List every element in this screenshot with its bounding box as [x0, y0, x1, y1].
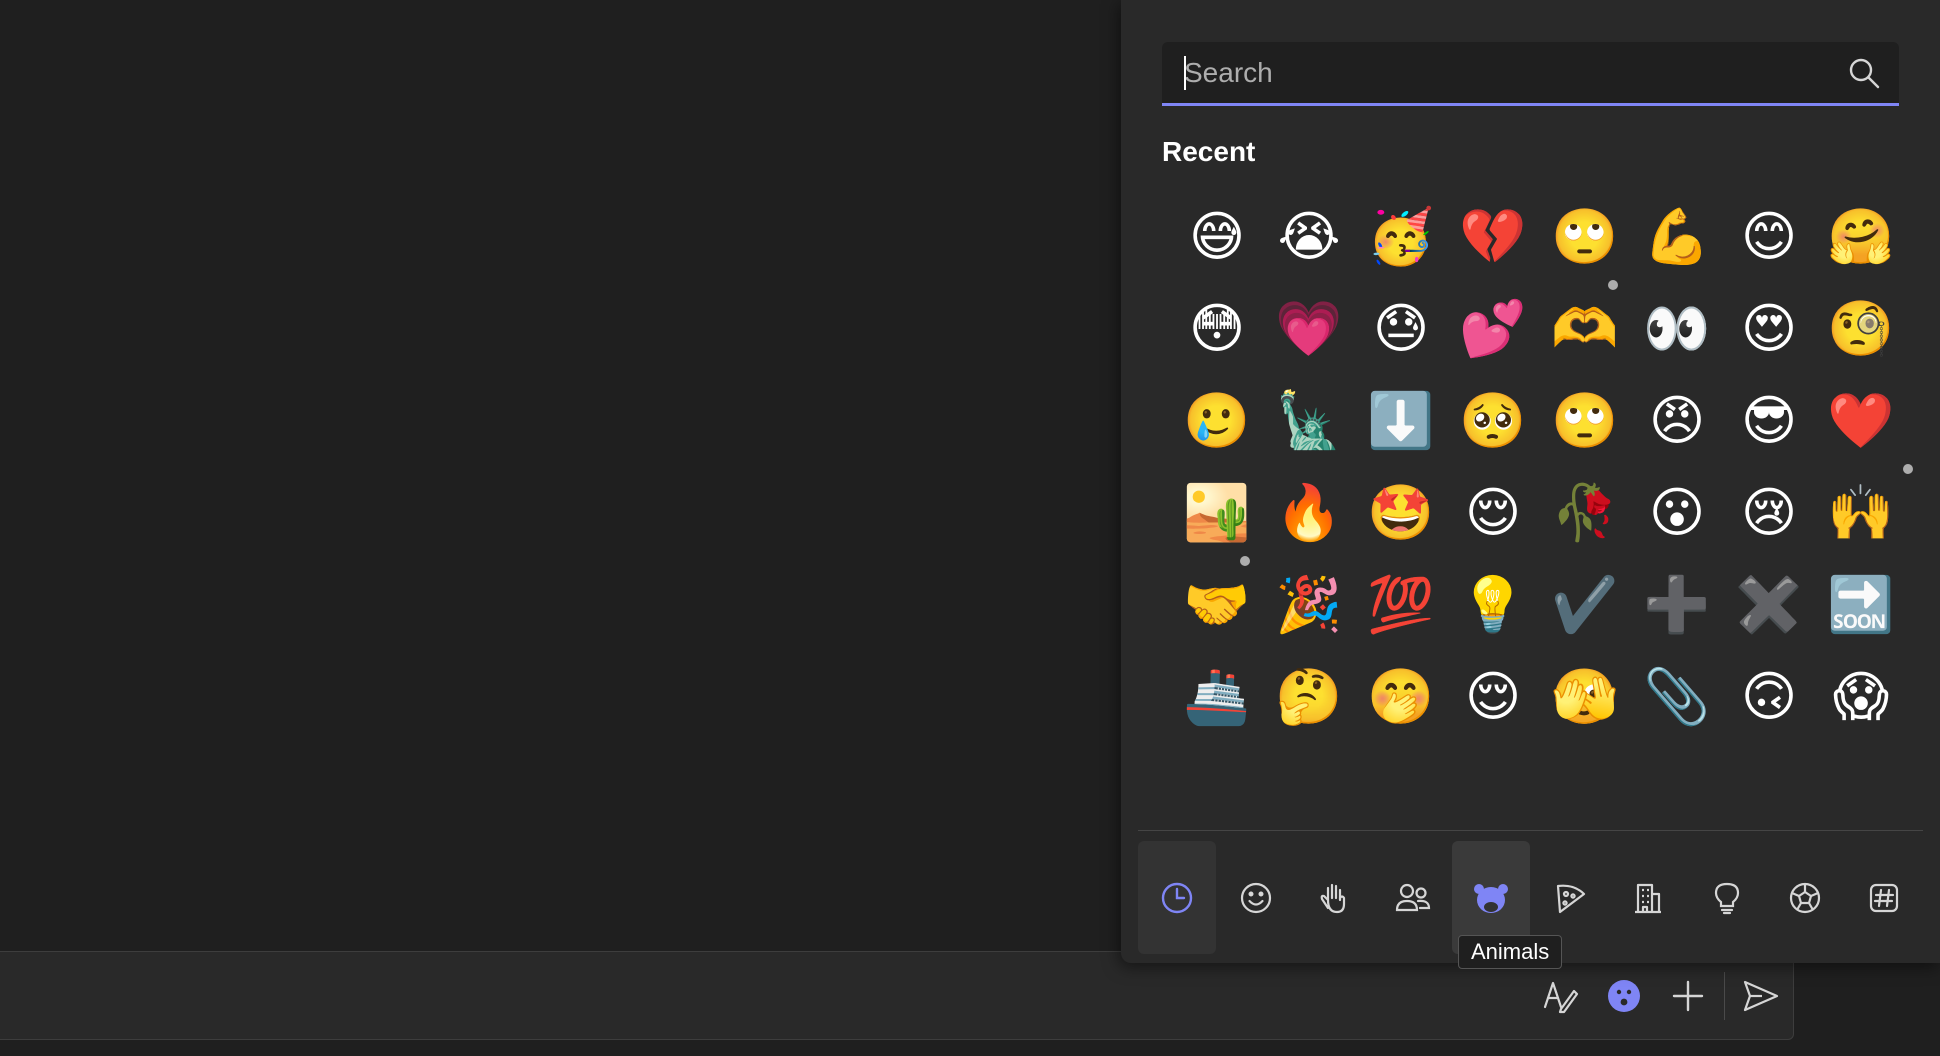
emoji-button[interactable]: 💯 — [1355, 559, 1447, 651]
emoji-button[interactable]: 🥲 — [1171, 375, 1263, 467]
send-icon — [1743, 980, 1779, 1011]
search-icon[interactable] — [1847, 56, 1881, 90]
soccer-ball-icon — [1789, 882, 1821, 913]
tab-hands[interactable] — [1295, 841, 1373, 954]
building-icon — [1635, 883, 1661, 913]
emoji-button[interactable]: 😱 — [1815, 651, 1907, 743]
emoji-button[interactable]: 🤔 — [1263, 651, 1355, 743]
emoji-button[interactable]: 😢 — [1723, 467, 1815, 559]
emoji-button[interactable]: 😮 — [1631, 467, 1723, 559]
emoji-button[interactable]: ✖️ — [1723, 559, 1815, 651]
text-caret — [1184, 56, 1186, 90]
emoji-button[interactable]: ✔️ — [1539, 559, 1631, 651]
compose-actions — [1528, 952, 1793, 1039]
emoji-button[interactable]: 👀 — [1631, 283, 1723, 375]
tab-people[interactable] — [1374, 841, 1452, 954]
emoji-button[interactable]: 😌 — [1447, 651, 1539, 743]
emoji-button[interactable]: 🚢 — [1171, 651, 1263, 743]
format-button[interactable] — [1528, 964, 1592, 1028]
hand-icon — [1320, 883, 1346, 913]
compose-divider — [1724, 971, 1725, 1020]
emoji-button[interactable]: 🤗 — [1815, 191, 1907, 283]
emoji-button[interactable]: 💔 — [1447, 191, 1539, 283]
notification-dot — [1608, 280, 1618, 290]
emoji-button[interactable]: 💕 — [1447, 283, 1539, 375]
emoji-button[interactable]: 💡 — [1447, 559, 1539, 651]
emoji-button[interactable]: 🙌 — [1815, 467, 1907, 559]
recent-emoji-grid: 😅 😭 🥳 💔 🙄 💪 😊 🤗 😳 💗 😓 💕 🫶 👀 😍 🧐 🥲 🗽 ⬇️ 🥺 🙄 😠 😎 ❤️ 🏜️ 🔥 🤩 😌 🥀 😮 😢 🙌 🤝 🎉 💯 💡 ✔… — [1171, 191, 1907, 743]
emoji-button[interactable]: 🥺 — [1447, 375, 1539, 467]
category-tooltip: Animals — [1458, 935, 1563, 969]
tab-activities[interactable] — [1766, 841, 1844, 954]
emoji-button[interactable]: 🥳 — [1355, 191, 1447, 283]
emoji-button[interactable]: 🙄 — [1539, 375, 1631, 467]
tab-smileys[interactable] — [1217, 841, 1295, 954]
emoji-button[interactable]: 🧐 — [1815, 283, 1907, 375]
emoji-button[interactable]: 🙃 — [1723, 651, 1815, 743]
emoji-button[interactable]: 😳 — [1171, 283, 1263, 375]
emoji-button[interactable]: ❤️ — [1815, 375, 1907, 467]
emoji-button[interactable]: 😠 — [1631, 375, 1723, 467]
attach-button[interactable] — [1656, 964, 1720, 1028]
emoji-button[interactable] — [1592, 964, 1656, 1028]
tab-symbols[interactable] — [1845, 841, 1923, 954]
recent-section-title: Recent — [1162, 136, 1256, 167]
pizza-icon — [1556, 884, 1585, 913]
search-box[interactable] — [1162, 42, 1899, 106]
emoji-button[interactable]: 🫶 — [1539, 283, 1631, 375]
emoji-button[interactable]: 😍 — [1723, 283, 1815, 375]
emoji-icon — [1608, 979, 1640, 1012]
emoji-button[interactable]: ⬇️ — [1355, 375, 1447, 467]
emoji-button[interactable]: 😭 — [1263, 191, 1355, 283]
emoji-button[interactable]: 😊 — [1723, 191, 1815, 283]
emoji-button[interactable]: 🤩 — [1355, 467, 1447, 559]
send-button[interactable] — [1729, 964, 1793, 1028]
emoji-picker-panel: Recent 😅😭🥳💔🙄💪😊🤗 😳💗😓💕🫶👀😍🧐 🥲🗽⬇️🥺🙄😠😎❤️ 🏜️🔥🤩😌🥀😮… — [1121, 0, 1940, 963]
category-separator — [1138, 830, 1923, 831]
hashtag-icon — [1869, 883, 1898, 912]
emoji-button[interactable]: 😅 — [1171, 191, 1263, 283]
tab-recent[interactable] — [1138, 841, 1216, 954]
notification-dot — [1240, 556, 1250, 566]
emoji-button[interactable]: 💗 — [1263, 283, 1355, 375]
people-icon — [1395, 883, 1430, 911]
emoji-button[interactable]: 🙄 — [1539, 191, 1631, 283]
emoji-button[interactable]: 🔥 — [1263, 467, 1355, 559]
emoji-button[interactable]: 🫣 — [1539, 651, 1631, 743]
smiley-icon — [1240, 882, 1271, 913]
clock-icon — [1161, 882, 1193, 913]
emoji-button[interactable]: 🥀 — [1539, 467, 1631, 559]
emoji-button[interactable]: 🤭 — [1355, 651, 1447, 743]
emoji-button[interactable]: ➕ — [1631, 559, 1723, 651]
emoji-button[interactable]: 🗽 — [1263, 375, 1355, 467]
format-icon — [1543, 981, 1579, 1013]
lightbulb-icon — [1714, 882, 1739, 914]
emoji-button[interactable]: 🎉 — [1263, 559, 1355, 651]
notification-dot — [1903, 464, 1913, 474]
emoji-button[interactable]: 🤝 — [1171, 559, 1263, 651]
tab-places[interactable] — [1609, 841, 1687, 954]
animal-icon — [1474, 883, 1508, 913]
emoji-button[interactable]: 😌 — [1447, 467, 1539, 559]
emoji-button[interactable]: 🏜️ — [1171, 467, 1263, 559]
search-input[interactable] — [1184, 42, 1824, 103]
tab-objects[interactable] — [1688, 841, 1766, 954]
emoji-button[interactable]: 😓 — [1355, 283, 1447, 375]
emoji-button[interactable]: 📎 — [1631, 651, 1723, 743]
emoji-button[interactable]: 😎 — [1723, 375, 1815, 467]
plus-icon — [1672, 980, 1704, 1011]
emoji-button[interactable]: 🔜 — [1815, 559, 1907, 651]
emoji-button[interactable]: 💪 — [1631, 191, 1723, 283]
